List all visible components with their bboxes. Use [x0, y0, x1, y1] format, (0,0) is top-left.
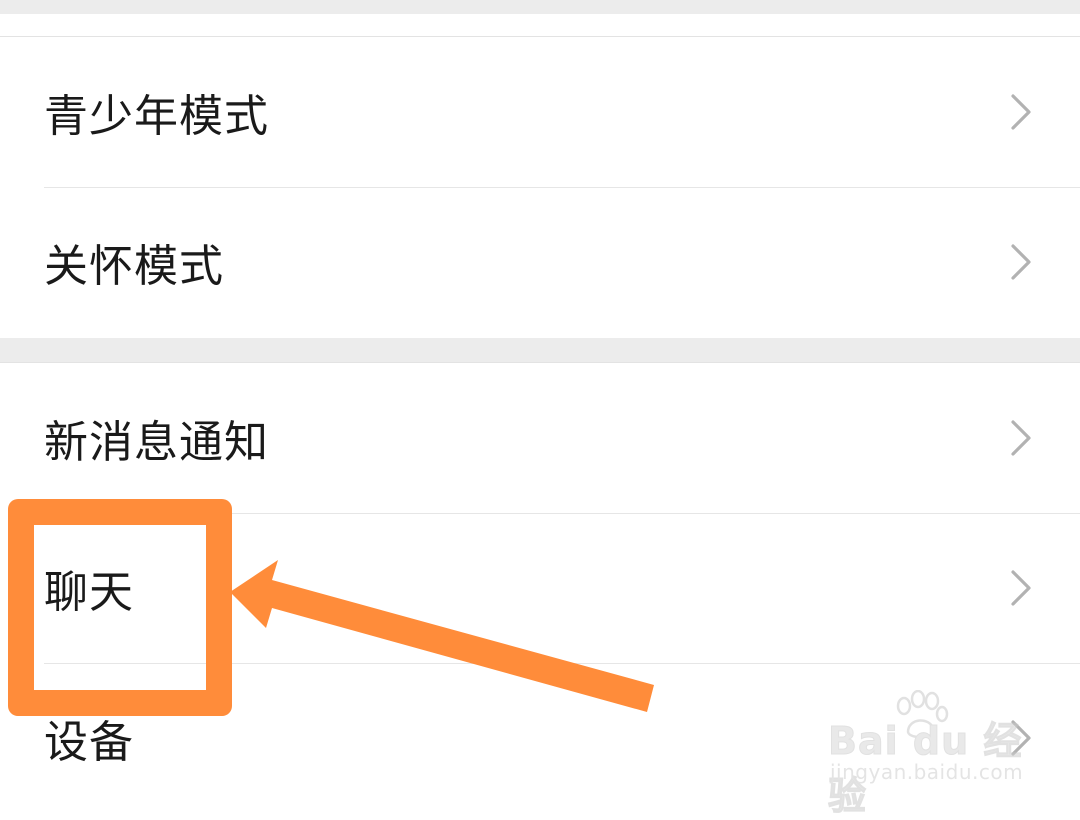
settings-item-devices[interactable]: 设备 — [0, 663, 1080, 813]
settings-item-label: 新消息通知 — [44, 417, 269, 468]
section-gap-middle — [0, 338, 1080, 362]
section-gap-top — [0, 0, 1080, 14]
settings-group-modes: 青少年模式 关怀模式 — [0, 36, 1080, 339]
chevron-right-icon — [1011, 420, 1031, 456]
settings-item-care-mode[interactable]: 关怀模式 — [0, 187, 1080, 337]
settings-item-notifications[interactable]: 新消息通知 — [0, 363, 1080, 513]
settings-item-label: 聊天 — [44, 567, 134, 618]
settings-item-youth-mode[interactable]: 青少年模式 — [0, 37, 1080, 187]
settings-item-label: 设备 — [44, 717, 134, 768]
settings-group-general: 新消息通知 聊天 设备 — [0, 362, 1080, 811]
settings-item-chat[interactable]: 聊天 — [0, 513, 1080, 663]
chevron-right-icon — [1011, 720, 1031, 756]
chevron-right-icon — [1011, 570, 1031, 606]
settings-item-label: 青少年模式 — [44, 91, 269, 142]
chevron-right-icon — [1011, 244, 1031, 280]
settings-item-label: 关怀模式 — [44, 241, 224, 292]
chevron-right-icon — [1011, 94, 1031, 130]
